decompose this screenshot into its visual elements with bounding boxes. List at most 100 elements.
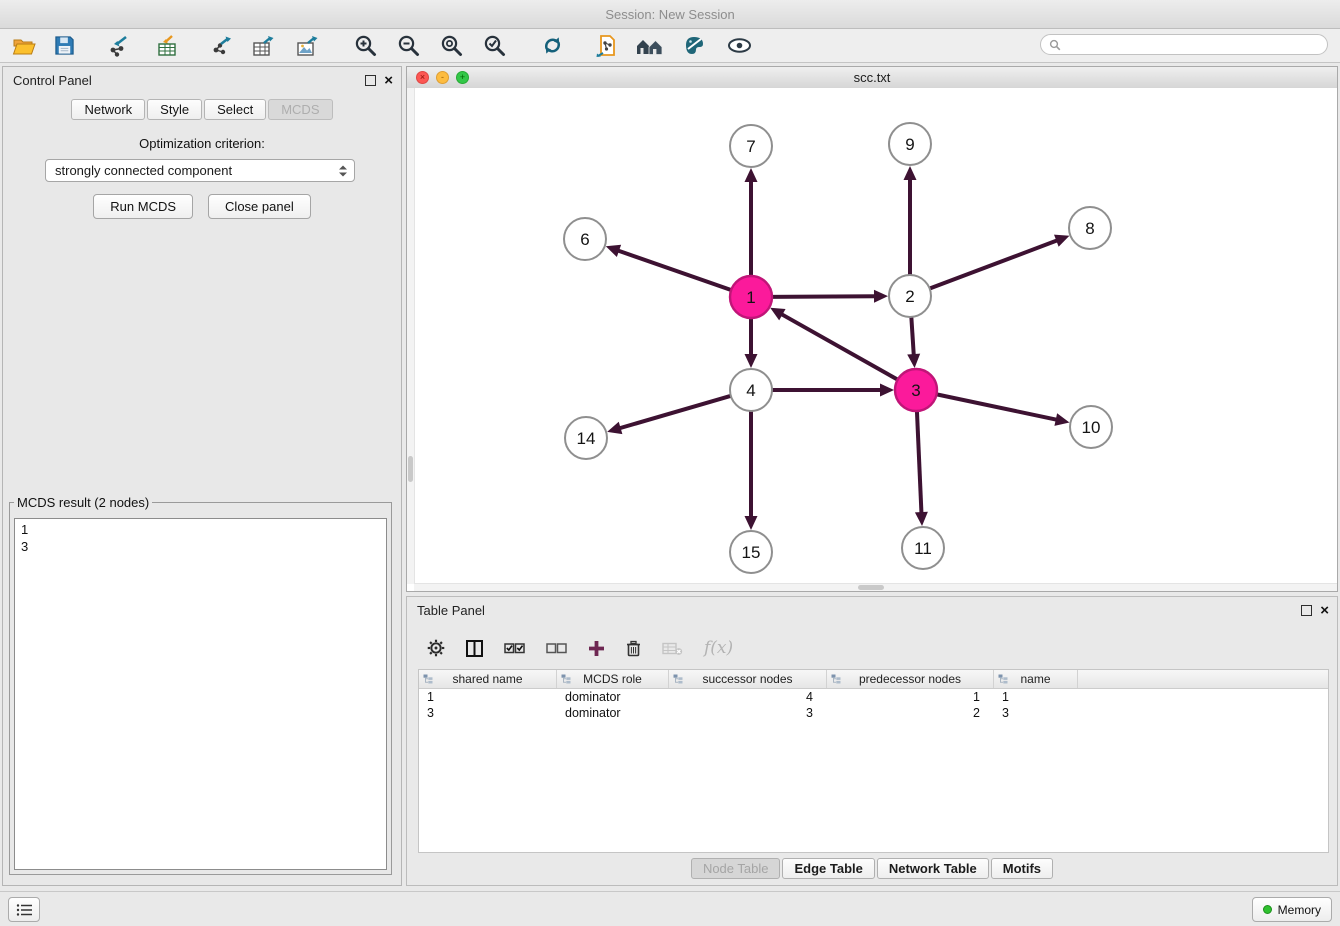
first-neighbors-button[interactable] [636, 32, 664, 60]
canvas-horizontal-scrollbar[interactable] [414, 583, 1337, 591]
import-network-button[interactable] [105, 32, 133, 60]
tab-network-table[interactable]: Network Table [877, 858, 989, 879]
graph-edge-arrowhead [904, 166, 917, 180]
graph-edge-arrowhead [745, 354, 758, 368]
column-header-label: shared name [452, 672, 522, 686]
graph-edge-arrowhead [1054, 413, 1069, 426]
criterion-dropdown[interactable]: strongly connected component [45, 159, 355, 182]
canvas-vertical-scrollbar[interactable] [407, 88, 415, 584]
refresh-view-button[interactable] [538, 32, 566, 60]
network-document-icon [596, 34, 618, 57]
graph-edge-1-2[interactable] [771, 296, 876, 297]
zoom-out-icon [397, 34, 420, 57]
close-icon[interactable]: × [384, 73, 393, 88]
column-tree-icon [831, 674, 841, 684]
table-row-1[interactable]: 1dominator411 [419, 689, 1328, 705]
select-all-columns-button[interactable] [504, 642, 525, 655]
export-network-button[interactable] [207, 32, 235, 60]
task-history-button[interactable] [8, 897, 40, 922]
export-table-button[interactable] [249, 32, 277, 60]
tab-style[interactable]: Style [147, 99, 202, 120]
zoom-in-button[interactable] [351, 32, 379, 60]
tab-network[interactable]: Network [71, 99, 145, 120]
delete-table-button[interactable] [662, 641, 683, 656]
graph-node-label-6: 6 [580, 230, 589, 249]
tab-edge-table[interactable]: Edge Table [782, 858, 874, 879]
table-body: 1dominator4113dominator323 [419, 689, 1328, 721]
memory-button[interactable]: Memory [1252, 897, 1332, 922]
zoom-selected-button[interactable] [480, 32, 508, 60]
import-table-icon [156, 35, 178, 57]
new-network-from-selection-button[interactable] [593, 32, 621, 60]
network-window-titlebar: scc.txt ×-+ [407, 67, 1337, 89]
graph-node-label-1: 1 [746, 288, 755, 307]
houses-icon [636, 36, 664, 56]
graph-edge-3-1[interactable] [781, 314, 899, 380]
graph-edge-3-11[interactable] [917, 410, 922, 514]
close-window-icon[interactable]: × [416, 71, 429, 84]
column-header-label: name [1020, 672, 1050, 686]
split-view-button[interactable] [466, 640, 483, 657]
network-graph[interactable]: 7968124310141511 [407, 88, 1337, 591]
table-row-2[interactable]: 3dominator323 [419, 705, 1328, 721]
search-field[interactable] [1040, 34, 1328, 55]
run-mcds-button[interactable]: Run MCDS [93, 194, 193, 219]
float-icon[interactable] [365, 75, 376, 86]
import-table-button[interactable] [153, 32, 181, 60]
close-panel-button[interactable]: Close panel [208, 194, 311, 219]
eye-icon [727, 37, 752, 54]
add-column-button[interactable] [588, 640, 605, 657]
gear-button[interactable] [427, 639, 445, 657]
window-titlebar: Session: New Session [0, 0, 1340, 29]
function-builder-button[interactable]: f(x) [704, 638, 733, 658]
control-panel-title: Control Panel [13, 73, 92, 88]
tab-select[interactable]: Select [204, 99, 266, 120]
delete-column-button[interactable] [626, 640, 641, 657]
tab-node-table[interactable]: Node Table [691, 858, 781, 879]
table-cell: 4 [669, 690, 827, 704]
minimize-window-icon[interactable]: - [436, 71, 449, 84]
table-panel: Table Panel × [406, 596, 1338, 886]
export-network-icon [209, 35, 233, 57]
column-header-MCDS-role[interactable]: MCDS role [557, 670, 669, 688]
tab-mcds[interactable]: MCDS [268, 99, 332, 120]
graph-node-label-2: 2 [905, 287, 914, 306]
tab-motifs[interactable]: Motifs [991, 858, 1053, 879]
column-header-predecessor-nodes[interactable]: predecessor nodes [827, 670, 994, 688]
mcds-result-area[interactable]: 13 [14, 518, 387, 870]
column-header-label: successor nodes [702, 672, 792, 686]
float-icon[interactable] [1301, 605, 1312, 616]
column-header-successor-nodes[interactable]: successor nodes [669, 670, 827, 688]
zoom-out-button[interactable] [394, 32, 422, 60]
close-icon[interactable]: × [1320, 603, 1329, 618]
search-input[interactable] [1066, 37, 1327, 53]
scrollbar-thumb[interactable] [858, 585, 884, 590]
save-session-button[interactable] [50, 32, 78, 60]
show-hide-button[interactable] [725, 32, 753, 60]
column-header-name[interactable]: name [994, 670, 1078, 688]
column-header-shared-name[interactable]: shared name [419, 670, 557, 688]
graph-edge-3-10[interactable] [936, 394, 1058, 420]
zoom-window-icon[interactable]: + [456, 71, 469, 84]
graph-edge-arrowhead [915, 512, 928, 526]
network-canvas[interactable]: 7968124310141511 [407, 88, 1337, 591]
graph-edge-2-3[interactable] [911, 316, 914, 356]
import-network-icon [107, 35, 131, 57]
graph-node-label-9: 9 [905, 135, 914, 154]
graph-node-label-7: 7 [746, 137, 755, 156]
unselect-all-columns-button[interactable] [546, 642, 567, 655]
mcds-buttons-row: Run MCDS Close panel [3, 194, 401, 219]
export-image-button[interactable] [293, 32, 321, 60]
column-tree-icon [423, 674, 433, 684]
zoom-fit-button[interactable] [437, 32, 465, 60]
open-file-button[interactable] [10, 32, 38, 60]
apply-style-button[interactable] [680, 32, 708, 60]
graph-edge-4-14[interactable] [619, 396, 732, 429]
graph-edge-arrowhead [606, 245, 621, 257]
scrollbar-thumb[interactable] [408, 456, 413, 482]
graph-edge-arrowhead [745, 168, 758, 182]
graph-edge-2-8[interactable] [929, 240, 1058, 289]
window-traffic-lights: ×-+ [416, 71, 469, 84]
gear-icon [427, 639, 445, 657]
graph-edge-1-6[interactable] [617, 250, 732, 290]
